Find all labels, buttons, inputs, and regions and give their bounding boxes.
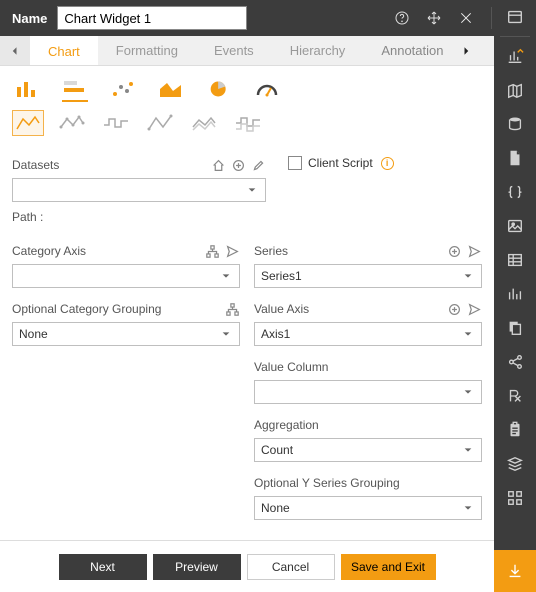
tabs-scroll-left[interactable] bbox=[0, 36, 30, 65]
tab-formatting[interactable]: Formatting bbox=[98, 36, 196, 65]
preview-button[interactable]: Preview bbox=[153, 554, 241, 580]
save-exit-button[interactable]: Save and Exit bbox=[341, 554, 436, 580]
chevron-down-icon bbox=[461, 329, 475, 339]
client-script-checkbox[interactable] bbox=[288, 156, 302, 170]
tab-annotation[interactable]: Annotation bbox=[363, 36, 451, 65]
value-axis-add-icon[interactable] bbox=[446, 301, 462, 317]
aggregation-label: Aggregation bbox=[254, 418, 319, 432]
rail-clipboard-icon[interactable] bbox=[494, 413, 536, 447]
chevron-down-icon bbox=[245, 185, 259, 195]
optional-category-grouping-label: Optional Category Grouping bbox=[12, 302, 161, 316]
value-axis-value: Axis1 bbox=[261, 327, 461, 341]
tab-events[interactable]: Events bbox=[196, 36, 272, 65]
chevron-down-icon bbox=[219, 329, 233, 339]
cancel-button[interactable]: Cancel bbox=[247, 554, 335, 580]
chart-type-column-icon[interactable] bbox=[14, 76, 40, 102]
rail-db-icon[interactable] bbox=[494, 107, 536, 141]
series-send-icon[interactable] bbox=[466, 243, 482, 259]
datasets-add-icon[interactable] bbox=[230, 157, 246, 173]
rail-grid-icon[interactable] bbox=[494, 481, 536, 515]
chevron-down-icon bbox=[461, 387, 475, 397]
category-axis-label: Category Axis bbox=[12, 244, 86, 258]
rail-image-icon[interactable] bbox=[494, 209, 536, 243]
client-script-label: Client Script bbox=[308, 156, 373, 170]
series-value: Series1 bbox=[261, 269, 461, 283]
value-axis-label: Value Axis bbox=[254, 302, 309, 316]
category-send-icon[interactable] bbox=[224, 243, 240, 259]
rail-rx-icon[interactable] bbox=[494, 379, 536, 413]
value-column-select[interactable] bbox=[254, 380, 482, 404]
line-subtype-5-icon[interactable] bbox=[188, 110, 220, 136]
tab-chart[interactable]: Chart bbox=[30, 36, 98, 65]
chart-type-area-icon[interactable] bbox=[158, 76, 184, 102]
value-axis-send-icon[interactable] bbox=[466, 301, 482, 317]
datasets-label: Datasets bbox=[12, 158, 59, 172]
series-label: Series bbox=[254, 244, 288, 258]
rail-download-icon[interactable] bbox=[494, 550, 536, 592]
close-icon[interactable] bbox=[455, 7, 477, 29]
series-select[interactable]: Series1 bbox=[254, 264, 482, 288]
value-axis-select[interactable]: Axis1 bbox=[254, 322, 482, 346]
datasets-home-icon[interactable] bbox=[210, 157, 226, 173]
grouping-tree-icon[interactable] bbox=[224, 301, 240, 317]
category-tree-icon[interactable] bbox=[204, 243, 220, 259]
chart-type-gauge-icon[interactable] bbox=[254, 76, 280, 102]
category-axis-select[interactable] bbox=[12, 264, 240, 288]
name-input[interactable] bbox=[57, 6, 247, 30]
chevron-down-icon bbox=[219, 271, 233, 281]
rail-share-icon[interactable] bbox=[494, 345, 536, 379]
aggregation-value: Count bbox=[261, 443, 461, 457]
tab-hierarchy[interactable]: Hierarchy bbox=[272, 36, 364, 65]
chevron-down-icon bbox=[461, 445, 475, 455]
info-icon[interactable]: i bbox=[381, 157, 394, 170]
chart-type-line-icon[interactable] bbox=[62, 76, 88, 102]
rail-code-icon[interactable] bbox=[494, 175, 536, 209]
move-icon[interactable] bbox=[423, 7, 445, 29]
line-subtype-1-icon[interactable] bbox=[12, 110, 44, 136]
series-add-icon[interactable] bbox=[446, 243, 462, 259]
optional-category-grouping-value: None bbox=[19, 327, 219, 341]
chart-type-pie-icon[interactable] bbox=[206, 76, 232, 102]
value-column-label: Value Column bbox=[254, 360, 328, 374]
rail-copy-icon[interactable] bbox=[494, 311, 536, 345]
path-label: Path : bbox=[12, 210, 266, 224]
rail-map-icon[interactable] bbox=[494, 73, 536, 107]
rail-panel-icon[interactable] bbox=[494, 0, 536, 34]
chevron-down-icon bbox=[461, 271, 475, 281]
chevron-down-icon bbox=[461, 503, 475, 513]
line-subtype-3-icon[interactable] bbox=[100, 110, 132, 136]
line-subtype-4-icon[interactable] bbox=[144, 110, 176, 136]
datasets-select[interactable] bbox=[12, 178, 266, 202]
help-icon[interactable] bbox=[391, 7, 413, 29]
tabs-scroll-right[interactable] bbox=[451, 36, 481, 65]
datasets-edit-icon[interactable] bbox=[250, 157, 266, 173]
name-label: Name bbox=[12, 11, 47, 26]
optional-y-grouping-select[interactable]: None bbox=[254, 496, 482, 520]
rail-table-icon[interactable] bbox=[494, 243, 536, 277]
rail-doc-icon[interactable] bbox=[494, 141, 536, 175]
chart-type-scatter-icon[interactable] bbox=[110, 76, 136, 102]
line-subtype-2-icon[interactable] bbox=[56, 110, 88, 136]
rail-bars-icon[interactable] bbox=[494, 277, 536, 311]
rail-layers-icon[interactable] bbox=[494, 447, 536, 481]
rail-chart-icon[interactable] bbox=[494, 39, 536, 73]
next-button[interactable]: Next bbox=[59, 554, 147, 580]
optional-y-grouping-value: None bbox=[261, 501, 461, 515]
line-subtype-6-icon[interactable] bbox=[232, 110, 264, 136]
aggregation-select[interactable]: Count bbox=[254, 438, 482, 462]
optional-y-grouping-label: Optional Y Series Grouping bbox=[254, 476, 400, 490]
optional-category-grouping-select[interactable]: None bbox=[12, 322, 240, 346]
